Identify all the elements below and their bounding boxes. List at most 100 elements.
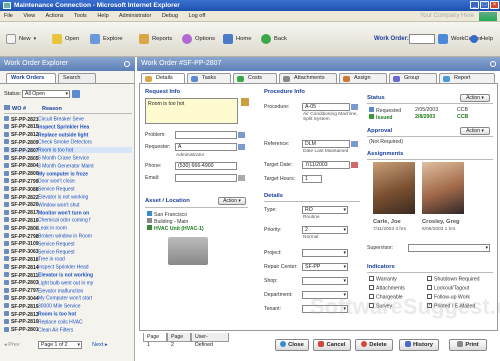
target-hours-field[interactable]: 1 [302, 175, 322, 183]
type-select[interactable]: RO [302, 206, 348, 214]
list-item[interactable]: SF-PP-2797Elevator malfunction [4, 287, 132, 294]
options-button[interactable]: Options [182, 32, 215, 46]
menu-debug[interactable]: Debug [162, 13, 178, 19]
menu-file[interactable]: File [4, 13, 13, 19]
menu-help[interactable]: Help [97, 13, 108, 19]
problem-field[interactable] [175, 131, 237, 139]
tab-details[interactable]: Details [141, 73, 185, 83]
page-select[interactable]: Page 1 of 2 [38, 341, 82, 349]
list-item[interactable]: SF-PP-3044My Computer won't start [4, 295, 132, 302]
lookup-icon[interactable] [351, 141, 358, 147]
email-icon[interactable] [238, 175, 245, 181]
list-item[interactable]: SF-PP-2803Light bulb went out in my [4, 279, 132, 286]
checkbox-icon[interactable] [427, 285, 432, 290]
asset-action-button[interactable]: Action ▾ [218, 197, 246, 205]
indicator-checkbox[interactable]: Warranty [369, 276, 397, 283]
tab-attachments[interactable]: Attachments [279, 73, 337, 83]
target-date-field[interactable]: 7/11/2003 [302, 161, 350, 169]
reason-textarea[interactable]: Room is too hot [145, 98, 238, 124]
indicator-checkbox[interactable]: Lockout/Tagout [427, 285, 469, 292]
list-item[interactable]: SF-PP-2820Window won't shut [4, 201, 132, 208]
next-link[interactable]: Next ▸ [92, 338, 108, 352]
open-button[interactable]: Open [52, 32, 79, 46]
list-item[interactable]: SF-PP-2815Inspect Sprinkler Hea [4, 123, 132, 130]
collapse-icon[interactable] [124, 61, 130, 67]
list-item[interactable]: SF-PP-2812Replace outside light [4, 131, 132, 138]
checkbox-icon[interactable] [369, 276, 374, 281]
repair-center-select[interactable]: SF-PP [302, 263, 348, 271]
print-button[interactable]: Print [449, 339, 487, 351]
history-button[interactable]: History [399, 339, 439, 351]
list-item[interactable]: SF-PP-3088Service Request [4, 186, 132, 192]
project-select[interactable] [302, 249, 348, 257]
maximize-icon[interactable]: □ [480, 1, 489, 9]
assignee-photo[interactable] [373, 162, 415, 214]
reports-button[interactable]: Reports [139, 32, 172, 46]
supervisor-select[interactable] [408, 244, 490, 252]
indicator-checkbox[interactable]: Shutdown Required [427, 276, 480, 283]
tab-group[interactable]: Group [389, 73, 437, 83]
tab-report[interactable]: Report [439, 73, 495, 83]
checkbox-icon[interactable] [369, 285, 374, 290]
menu-tools[interactable]: Tools [74, 13, 87, 19]
list-item[interactable]: SF-PP-2801Clean Air Filters [4, 326, 132, 333]
list-item[interactable]: SF-PP-3109Service Request [4, 240, 132, 247]
close-window-icon[interactable]: × [490, 1, 499, 9]
approval-action-button[interactable]: Action ▾ [460, 127, 490, 135]
page-tab-user-defined[interactable]: User-Defined [191, 333, 229, 348]
list-item[interactable]: SF-PP-2814Inspect Sprinkler Head [4, 264, 132, 270]
back-button[interactable]: Back [261, 32, 287, 46]
assignee-name[interactable]: Carle, Joe [373, 219, 401, 225]
status-select[interactable]: All Open [22, 90, 70, 98]
list-item[interactable]: SF-PP-2818Tree in road [4, 256, 132, 263]
list-item[interactable]: SF-PP-3063Service Request [4, 248, 132, 255]
refresh-icon[interactable] [72, 90, 80, 98]
page-tab-1[interactable]: Page 1 [143, 333, 167, 348]
priority-select[interactable]: 2 [302, 226, 348, 234]
col-wo[interactable]: WO # [12, 105, 42, 114]
minimize-icon[interactable]: _ [470, 1, 479, 9]
list-item[interactable]: SF-PP-2822Elevator is not working [4, 194, 132, 200]
list-item[interactable]: SF-PP-2811Elevator is not working [4, 272, 132, 278]
cancel-button[interactable]: Cancel [313, 339, 351, 351]
spellcheck-icon[interactable] [241, 98, 249, 106]
help-button[interactable]: Help [470, 32, 493, 46]
list-item[interactable]: SF-PP-2800My computer is froze [4, 170, 132, 177]
list-item[interactable]: SF-PP-2809Check Smoke Detectors [4, 139, 132, 146]
requester-field[interactable]: A [175, 143, 237, 151]
lookup-icon[interactable] [238, 132, 245, 138]
assignee-photo[interactable] [422, 162, 464, 214]
list-item[interactable]: SF-PP-2813Room is too hot [4, 311, 132, 317]
new-button[interactable]: New ▾ [6, 32, 36, 46]
list-item[interactable]: SF-PP-2799Door won't close. [4, 178, 132, 185]
prev-link[interactable]: ◂ Prev [4, 342, 20, 348]
phone-field[interactable]: (530) 666-4900 [175, 162, 237, 170]
menu-actions[interactable]: Actions [45, 13, 63, 19]
list-item[interactable]: SF-PP-2816Chemical odor coming f [4, 217, 132, 224]
list-item[interactable]: SF-PP-2810Replace coils HVAC [4, 318, 132, 325]
home-button[interactable]: Home [223, 32, 251, 46]
list-item[interactable]: SF-PP-28043 Month Generator Maint [4, 162, 132, 169]
list-item[interactable]: SF-PP-28056 Month Crane Service [4, 155, 132, 161]
tab-search[interactable]: Search [58, 73, 96, 83]
calendar-icon[interactable] [351, 162, 358, 168]
procedure-field[interactable]: A-05 [302, 103, 350, 111]
page-tab-2[interactable]: Page 2 [167, 333, 191, 348]
shop-select[interactable] [302, 277, 348, 285]
asset-hvac-item[interactable]: HVAC Unit (HVAC-1) [147, 225, 204, 232]
menu-administrator[interactable]: Administrator [119, 13, 151, 19]
list-item[interactable]: SF-PP-281930000 Mile Service [4, 303, 132, 309]
tab-assign[interactable]: Assign [339, 73, 387, 83]
list-item[interactable]: SF-PP-2817Monitor won't turn on [4, 209, 132, 216]
assignee-name[interactable]: Crosley, Greg [422, 219, 460, 225]
delete-button[interactable]: Delete [355, 339, 393, 351]
col-reason[interactable]: Reason [42, 106, 62, 112]
menu-logoff[interactable]: Log off [189, 13, 206, 19]
tab-costs[interactable]: Costs [233, 73, 277, 83]
lookup-icon[interactable] [351, 104, 358, 110]
list-item[interactable]: SF-PP-2807Room is too hot [4, 147, 132, 154]
list-item[interactable]: SF-PP-2806Leak in room [4, 225, 132, 231]
checkbox-icon[interactable] [427, 276, 432, 281]
lookup-icon[interactable] [238, 144, 245, 150]
work-order-input[interactable] [409, 34, 435, 44]
